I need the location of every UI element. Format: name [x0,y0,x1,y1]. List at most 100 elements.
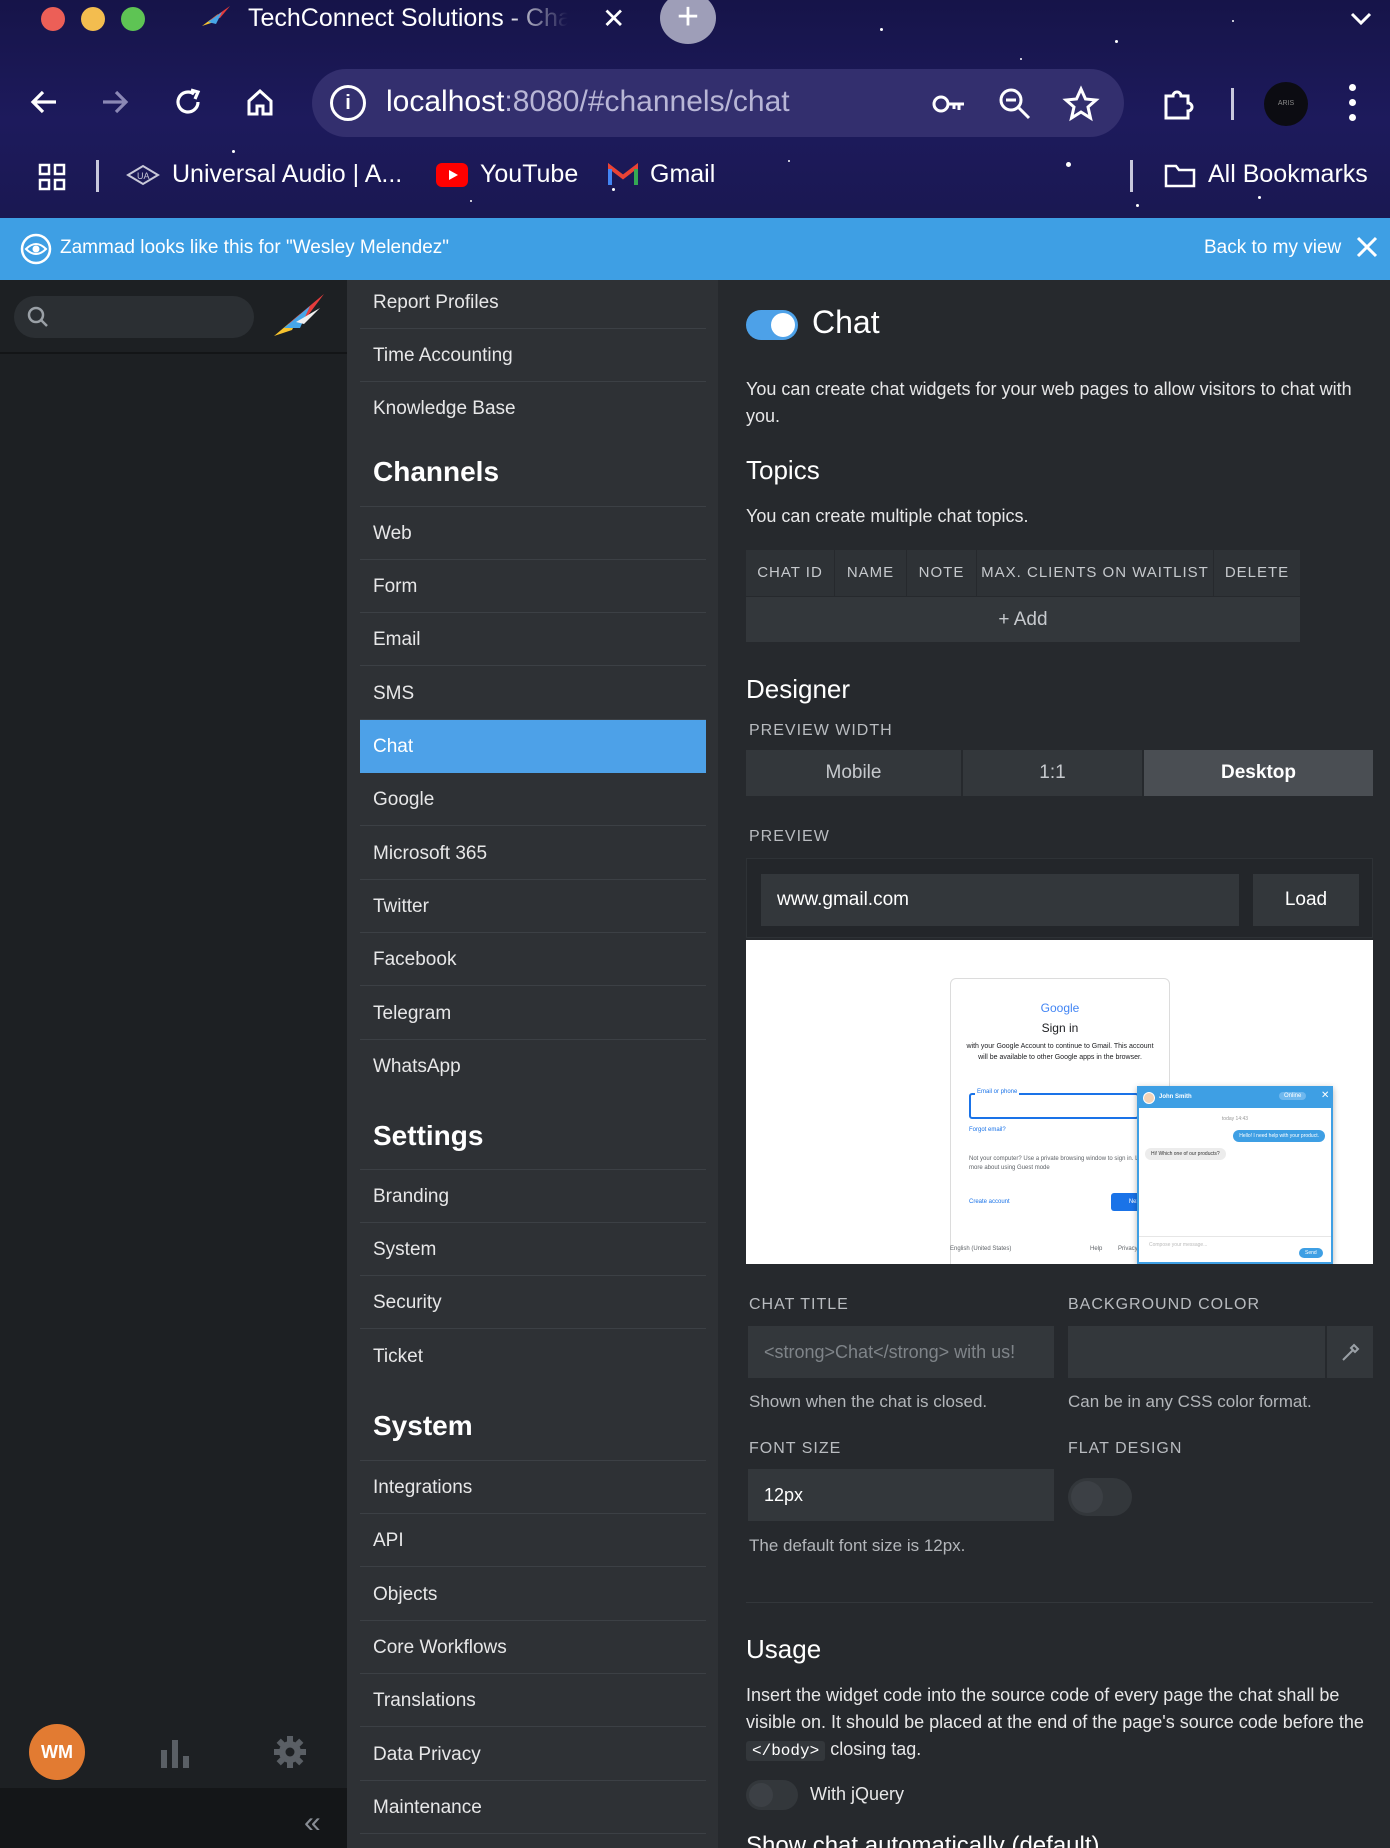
star-decoration [232,150,235,153]
search-input[interactable] [14,296,254,338]
user-avatar[interactable]: WM [29,1724,85,1780]
chat-widget-preview: John Smith Online ✕ today 14:43 Hello! I… [1137,1086,1333,1264]
zammad-favicon-icon [202,6,230,26]
zammad-logo-icon[interactable] [270,288,328,344]
menu-item-api[interactable]: API [360,1514,706,1567]
usage-heading: Usage [746,1634,822,1664]
menu-item-chat[interactable]: Chat [360,720,706,773]
menu-item-branding[interactable]: Branding [360,1170,706,1223]
url-text[interactable]: localhost:8080/#channels/chat [386,85,790,119]
chat-widget-header: John Smith Online ✕ [1139,1088,1331,1108]
menu-item-google[interactable]: Google [360,773,706,826]
close-window-button[interactable] [41,7,65,31]
menu-item-security[interactable]: Security [360,1276,706,1329]
section-divider [746,1602,1373,1603]
star-decoration [880,28,883,31]
url-path: :8080/#channels/chat [504,85,790,118]
star-decoration [1066,162,1071,167]
zoom-icon[interactable] [996,85,1034,123]
menu-item-telegram[interactable]: Telegram [360,987,706,1040]
reports-chart-icon[interactable] [155,1732,195,1772]
with-jquery-toggle[interactable] [746,1780,798,1810]
forward-icon[interactable] [93,80,137,124]
menu-item-knowledge-base[interactable]: Knowledge Base [360,382,706,435]
collapse-sidebar-icon[interactable]: « [304,1806,321,1840]
menu-item-system[interactable]: System [360,1223,706,1276]
menu-item-data-privacy[interactable]: Data Privacy [360,1728,706,1781]
flat-design-toggle[interactable] [1068,1478,1132,1516]
menu-item-time-accounting[interactable]: Time Accounting [360,329,706,382]
tab-title: TechConnect Solutions - Chat [248,4,568,32]
bookmarks-divider [96,160,99,192]
column-header: NOTE [907,550,977,596]
language-select: English (United States) [950,1246,1012,1252]
chat-enabled-toggle[interactable] [746,310,798,340]
address-bar[interactable]: i localhost:8080/#channels/chat [312,69,1124,137]
menu-item-facebook[interactable]: Facebook [360,933,706,986]
designer-heading: Designer [746,674,851,704]
menu-item-sms[interactable]: SMS [360,667,706,720]
toolbar-divider [1231,88,1234,120]
menu-item-form[interactable]: Form [360,560,706,613]
maximize-window-button[interactable] [121,7,145,31]
font-size-help: The default font size is 12px. [749,1536,966,1555]
usage-text-part: closing tag. [830,1739,922,1759]
star-decoration [788,160,790,162]
tab-search-chevron-icon[interactable] [1350,2,1372,33]
apps-grid-icon[interactable] [38,163,66,191]
menu-item-translations[interactable]: Translations [360,1674,706,1727]
all-bookmarks-folder[interactable]: All Bookmarks [1164,160,1368,189]
menu-item-core-workflows[interactable]: Core Workflows [360,1621,706,1674]
new-tab-button[interactable]: + [660,0,716,44]
home-icon[interactable] [238,80,282,124]
menu-item-report-profiles[interactable]: Report Profiles [360,280,706,329]
close-banner-icon[interactable] [1354,234,1380,260]
menu-item-twitter[interactable]: Twitter [360,880,706,933]
menu-item-integrations[interactable]: Integrations [360,1461,706,1514]
add-topic-button[interactable]: + Add [746,596,1300,642]
preview-width-mobile[interactable]: Mobile [746,750,963,796]
preview-width-1-1[interactable]: 1:1 [963,750,1144,796]
column-header: NAME [835,550,907,596]
settings-gear-icon[interactable] [270,1732,310,1772]
reload-icon[interactable] [166,80,210,124]
eyedropper-icon [1342,1343,1360,1361]
browser-tab[interactable]: TechConnect Solutions - Chat ✕ [190,0,640,38]
menu-item-email[interactable]: Email [360,613,706,666]
preview-width-desktop[interactable]: Desktop [1144,750,1373,796]
sidebar-divider [0,352,347,354]
font-size-input[interactable]: 12px [748,1469,1054,1521]
menu-item-ticket[interactable]: Ticket [360,1330,706,1383]
chat-title-input[interactable]: <strong>Chat</strong> with us! [748,1326,1054,1378]
menu-item-maintenance[interactable]: Maintenance [360,1781,706,1834]
menu-item-microsoft-365[interactable]: Microsoft 365 [360,827,706,880]
preview-width-label: PREVIEW WIDTH [749,722,893,739]
menu-item-whatsapp[interactable]: WhatsApp [360,1040,706,1093]
bookmark-youtube[interactable]: YouTube [436,160,578,189]
minimize-window-button[interactable] [81,7,105,31]
sidebar-footer: WM « [0,1708,347,1848]
site-info-icon[interactable]: i [330,85,366,121]
close-tab-icon[interactable]: ✕ [602,2,625,35]
impersonation-banner: Zammad looks like this for "Wesley Melen… [0,218,1390,280]
browser-menu-icon[interactable] [1346,84,1358,124]
password-key-icon[interactable] [930,85,968,123]
profile-avatar[interactable]: ARIS [1264,82,1308,126]
topics-table: CHAT ID NAME NOTE MAX. CLIENTS ON WAITLI… [746,550,1300,642]
chat-preview-frame[interactable]: Google Sign in with your Google Account … [746,940,1373,1264]
color-picker-button[interactable] [1326,1326,1373,1378]
background-color-input[interactable] [1068,1326,1325,1378]
close-chat-icon: ✕ [1321,1090,1330,1101]
back-icon[interactable] [22,80,66,124]
bookmark-universal-audio[interactable]: UA Universal Audio | A... [126,160,402,189]
menu-item-web[interactable]: Web [360,507,706,560]
privacy-link: Privacy [1118,1246,1138,1252]
bookmark-gmail[interactable]: Gmail [608,160,715,189]
bookmark-star-icon[interactable] [1062,85,1100,123]
load-button[interactable]: Load [1253,874,1359,926]
preview-url-input[interactable] [761,874,1239,926]
extensions-puzzle-icon[interactable] [1160,84,1198,122]
back-to-my-view-link[interactable]: Back to my view [1204,237,1341,259]
universal-audio-icon: UA [126,164,160,185]
menu-item-objects[interactable]: Objects [360,1568,706,1621]
